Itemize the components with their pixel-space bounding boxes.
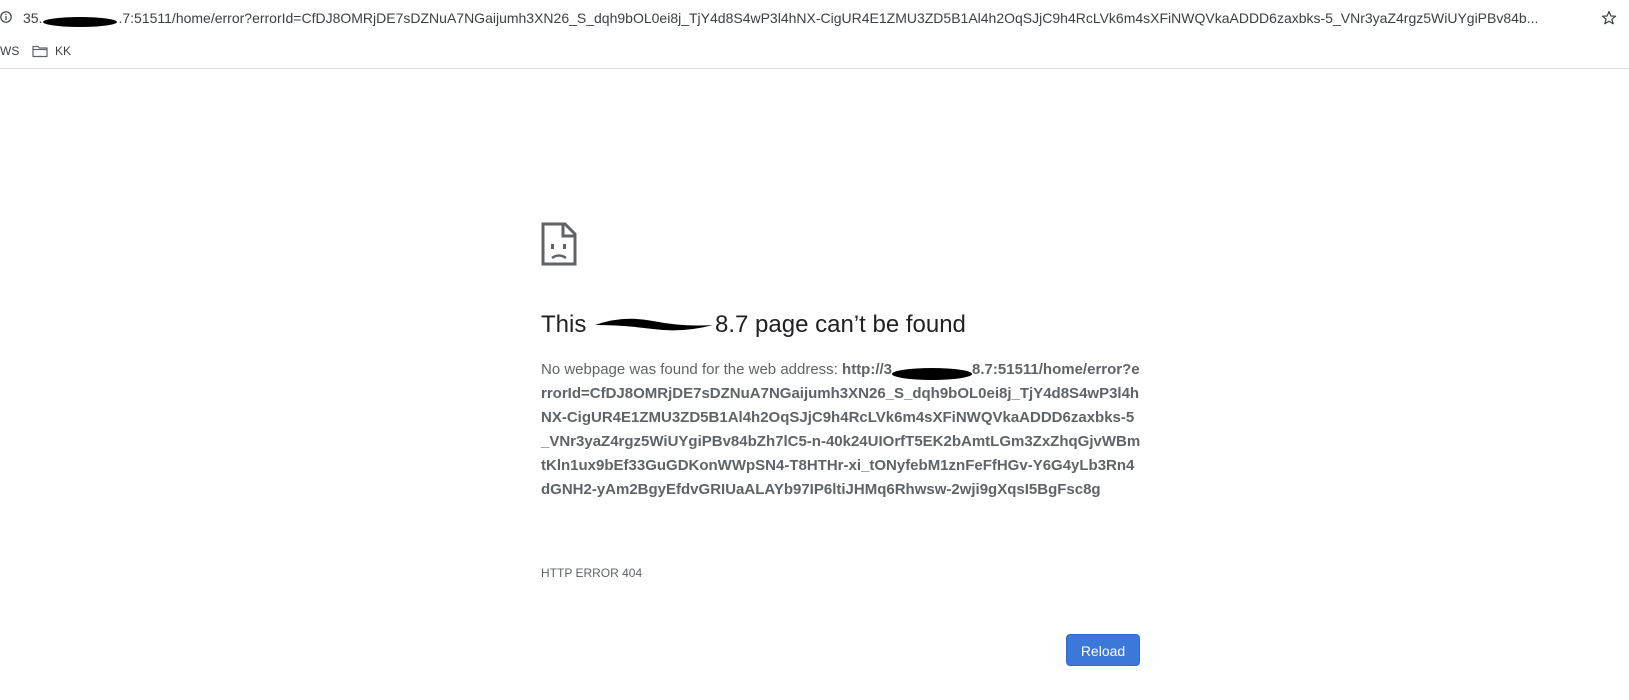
bookmark-folder-label: KK xyxy=(55,44,72,58)
redaction-mark xyxy=(593,313,715,333)
sad-page-icon xyxy=(541,222,577,266)
folder-icon xyxy=(32,45,48,58)
error-url-end: 8.7:51511/home/error?errorId=CfDJ8OMRjDE… xyxy=(541,361,1141,498)
title-prefix: This xyxy=(541,311,594,338)
info-icon[interactable] xyxy=(0,11,12,23)
bookmark-ws[interactable]: WS xyxy=(0,43,19,59)
reload-button[interactable]: Reload xyxy=(1066,634,1140,666)
description-text: No webpage was found for the web address… xyxy=(541,361,843,378)
star-icon[interactable] xyxy=(1601,10,1617,26)
url-prefix: 35. xyxy=(23,10,43,26)
title-suffix: 8.7 page can’t be found xyxy=(715,311,966,338)
url-field[interactable]: 35. .7:51511/home/error?errorId=CfDJ8OMRj… xyxy=(23,9,1585,29)
bookmarks-bar: WS KK xyxy=(0,37,1629,69)
redaction-mark xyxy=(43,14,118,27)
bookmark-folder-kk[interactable]: KK xyxy=(32,43,71,59)
redaction-mark xyxy=(892,364,973,381)
error-description: No webpage was found for the web address… xyxy=(541,358,1141,502)
address-bar[interactable]: 35. .7:51511/home/error?errorId=CfDJ8OMRj… xyxy=(0,0,1629,37)
error-title: This 8.7 page can’t be found xyxy=(541,310,1141,340)
error-url-start: http://3 xyxy=(842,361,893,378)
url-suffix: .7:51511/home/error?errorId=CfDJ8OMRjDE7… xyxy=(118,10,1539,26)
error-code: HTTP ERROR 404 xyxy=(541,566,643,580)
